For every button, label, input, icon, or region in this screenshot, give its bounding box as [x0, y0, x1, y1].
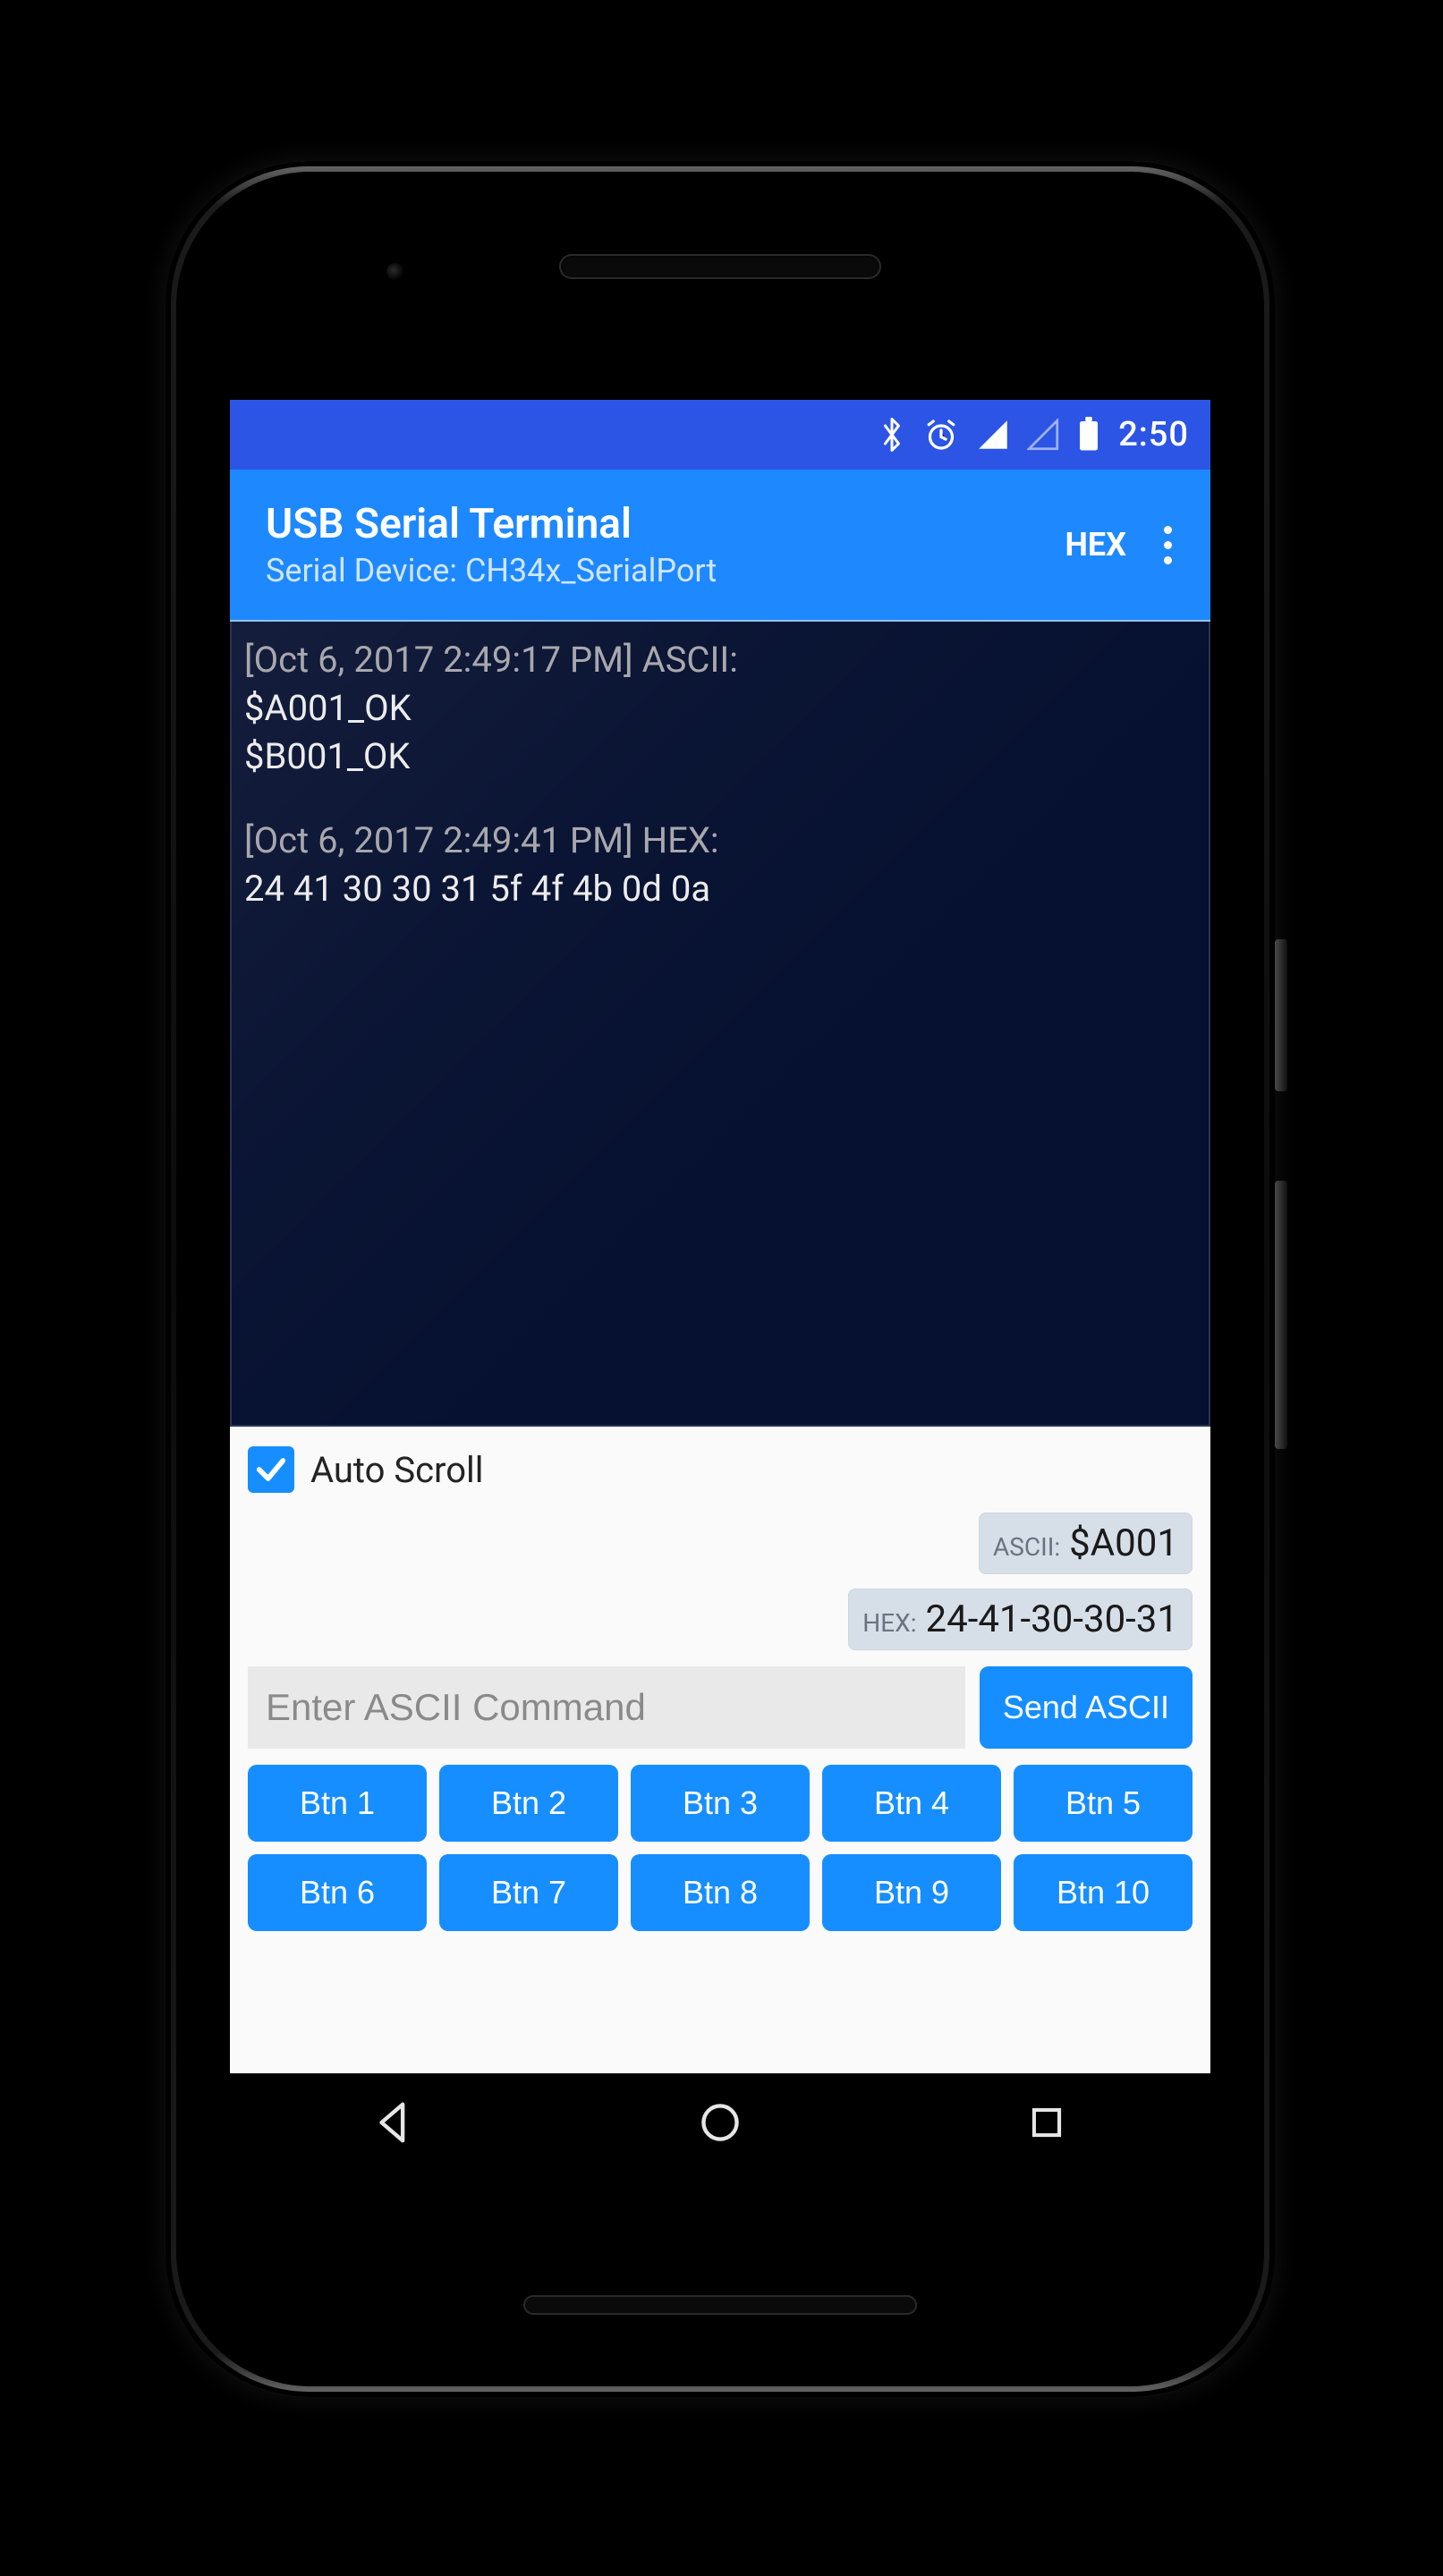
auto-scroll-row: Auto Scroll — [248, 1441, 1193, 1513]
auto-scroll-checkbox[interactable] — [248, 1446, 294, 1493]
auto-scroll-label: Auto Scroll — [310, 1449, 483, 1491]
terminal-output[interactable]: [Oct 6, 2017 2:49:17 PM] ASCII: $A001_OK… — [230, 622, 1210, 1427]
nav-back-button[interactable] — [322, 2098, 465, 2147]
alarm-icon — [923, 417, 959, 453]
hex-chip-value: 24-41-30-30-31 — [926, 1597, 1178, 1641]
log-line: $B001_OK — [244, 735, 411, 777]
ascii-chip[interactable]: ASCII: $A001 — [979, 1513, 1193, 1574]
log-line: 24 41 30 30 31 5f 4f 4b 0d 0a — [244, 868, 710, 910]
phone-power-button — [1275, 939, 1287, 1091]
ascii-chip-value: $A001 — [1069, 1521, 1178, 1565]
phone-frame: 2:50 USB Serial Terminal Serial Device: … — [166, 161, 1275, 2397]
macro-button-7[interactable]: Btn 7 — [439, 1854, 618, 1931]
phone-earpiece — [559, 254, 881, 279]
app-title: USB Serial Terminal — [266, 500, 1048, 548]
overflow-menu-button[interactable] — [1150, 526, 1185, 564]
app-subtitle: Serial Device: CH34x_SerialPort — [266, 552, 1048, 589]
hex-chip[interactable]: HEX: 24-41-30-30-31 — [848, 1589, 1193, 1650]
battery-icon — [1077, 417, 1100, 453]
log-line: $A001_OK — [244, 687, 412, 729]
value-chips: ASCII: $A001 HEX: 24-41-30-30-31 — [248, 1513, 1193, 1666]
bluetooth-icon — [879, 415, 905, 454]
ascii-chip-key: ASCII: — [993, 1532, 1060, 1562]
macro-button-1[interactable]: Btn 1 — [248, 1765, 427, 1842]
phone-bottom-speaker — [523, 2295, 917, 2315]
command-input-row: Send ASCII — [248, 1666, 1193, 1765]
macro-button-10[interactable]: Btn 10 — [1014, 1854, 1193, 1931]
app-bar-titles: USB Serial Terminal Serial Device: CH34x… — [266, 500, 1048, 589]
macro-button-2[interactable]: Btn 2 — [439, 1765, 618, 1842]
device-screen: 2:50 USB Serial Terminal Serial Device: … — [230, 400, 1210, 2172]
log-timestamp: [Oct 6, 2017 2:49:41 PM] HEX: — [244, 819, 719, 861]
send-button[interactable]: Send ASCII — [980, 1666, 1193, 1749]
macro-button-6[interactable]: Btn 6 — [248, 1854, 427, 1931]
phone-volume-button — [1275, 1181, 1287, 1449]
hex-chip-key: HEX: — [862, 1608, 916, 1638]
nav-recents-button[interactable] — [975, 2100, 1118, 2145]
signal-2-icon — [1027, 419, 1059, 451]
macro-button-8[interactable]: Btn 8 — [631, 1854, 810, 1931]
mode-toggle-button[interactable]: HEX — [1048, 517, 1142, 572]
log-timestamp: [Oct 6, 2017 2:49:17 PM] ASCII: — [244, 639, 738, 681]
status-bar: 2:50 — [230, 400, 1210, 470]
command-input[interactable] — [248, 1666, 965, 1749]
macro-button-5[interactable]: Btn 5 — [1014, 1765, 1193, 1842]
android-nav-bar — [230, 2073, 1210, 2172]
macro-button-4[interactable]: Btn 4 — [822, 1765, 1001, 1842]
status-time: 2:50 — [1118, 415, 1189, 454]
macro-button-9[interactable]: Btn 9 — [822, 1854, 1001, 1931]
nav-home-button[interactable] — [649, 2098, 792, 2147]
app-bar: USB Serial Terminal Serial Device: CH34x… — [230, 470, 1210, 622]
macro-button-grid: Btn 1 Btn 2 Btn 3 Btn 4 Btn 5 Btn 6 Btn … — [248, 1765, 1193, 1947]
macro-button-3[interactable]: Btn 3 — [631, 1765, 810, 1842]
phone-inner-frame: 2:50 USB Serial Terminal Serial Device: … — [176, 172, 1264, 2386]
controls-area: Auto Scroll ASCII: $A001 HEX: 24-41-30-3… — [230, 1427, 1210, 1947]
phone-camera — [386, 263, 404, 281]
stage: 2:50 USB Serial Terminal Serial Device: … — [0, 0, 1443, 2576]
signal-1-icon — [977, 419, 1009, 451]
